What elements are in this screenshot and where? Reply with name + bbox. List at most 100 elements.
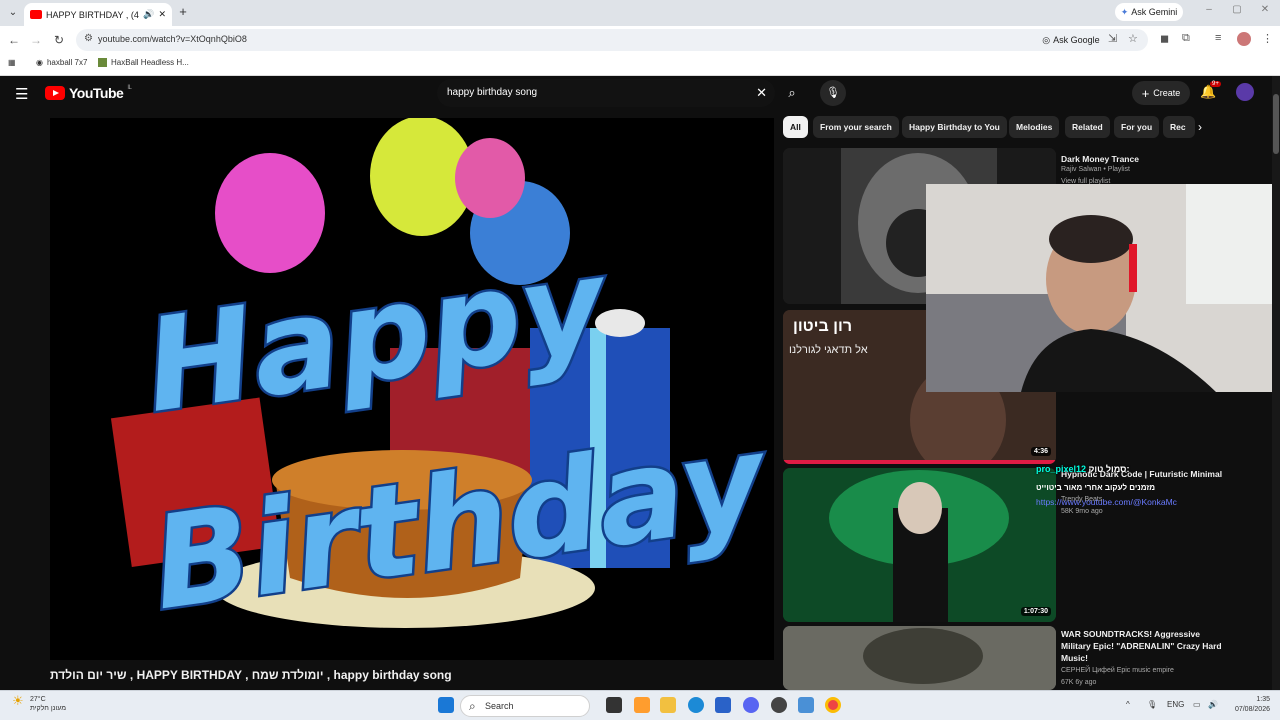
search-input[interactable]: happy birthday song ✕ <box>437 79 775 107</box>
extension-icon[interactable]: ◼ <box>1160 32 1169 45</box>
rec2-title: רון ביטון <box>793 318 853 335</box>
chip-happy-birthday-to-you[interactable]: Happy Birthday to You <box>902 116 1007 138</box>
tab-title: HAPPY BIRTHDAY , שיר יום הולדת (42) <box>46 9 139 20</box>
haxball-icon <box>98 58 107 67</box>
youtube-logo[interactable]: YouTube IL <box>45 85 132 101</box>
page-scrollbar[interactable] <box>1272 76 1280 690</box>
youtube-page: ☰ YouTube IL happy birthday song ✕ ⌕ 🎙 +… <box>0 76 1280 690</box>
hamburger-menu-icon[interactable]: ☰ <box>15 85 28 103</box>
user-avatar[interactable] <box>1236 83 1254 101</box>
app-icon[interactable] <box>798 697 814 713</box>
chat-user: pro_pixel12 <box>1036 464 1087 474</box>
task-view-icon[interactable] <box>606 697 622 713</box>
chip-melodies[interactable]: Melodies <box>1009 116 1060 138</box>
install-icon[interactable]: ⇲ <box>1108 32 1117 45</box>
tab-search-icon[interactable]: ⌄ <box>6 6 20 20</box>
clear-search-icon[interactable]: ✕ <box>756 85 767 101</box>
notification-badge: 9+ <box>1210 81 1221 87</box>
recommendation-thumbnail-4[interactable] <box>783 626 1056 690</box>
windows-taskbar: 27°C מעונן חלקית Search ^ 🎙 ENG ▭ 🔊 1:35… <box>0 690 1280 720</box>
chip-for-you[interactable]: For you <box>1114 116 1160 138</box>
bookmark-haxball-headless[interactable]: HaxBall Headless H... <box>98 58 189 67</box>
logo-text: YouTube <box>69 85 124 101</box>
tray-mic-icon[interactable]: 🎙 <box>1147 700 1157 709</box>
youtube-play-icon <box>45 86 65 100</box>
maximize-button[interactable]: ▢ <box>1230 4 1244 15</box>
browser-profile-avatar[interactable] <box>1237 32 1251 46</box>
rec1-title[interactable]: Dark Money Trance <box>1061 153 1139 165</box>
network-icon[interactable]: ▭ <box>1193 700 1201 709</box>
bookmark-label: HaxBall Headless H... <box>111 58 189 67</box>
recommendation-thumbnail-3[interactable]: 1:07:30 <box>783 468 1056 622</box>
chip-related[interactable]: Related <box>1065 116 1110 138</box>
new-tab-button[interactable]: + <box>176 4 190 20</box>
language-indicator[interactable]: ENG <box>1167 700 1184 709</box>
url-text[interactable]: youtube.com/watch?v=XtOqnhQbiO8 <box>98 34 247 44</box>
sparkle-icon: ✦ <box>1120 6 1129 17</box>
weather-widget[interactable]: 27°C מעונן חלקית <box>12 695 66 713</box>
file-explorer-icon[interactable] <box>660 697 676 713</box>
plus-icon: + <box>1141 85 1150 101</box>
chevron-right-icon[interactable]: › <box>1198 120 1202 134</box>
close-tab-icon[interactable]: ✕ <box>158 9 166 20</box>
microphone-icon[interactable]: 🎙 <box>820 80 846 106</box>
video-title: שיר יום הולדת , HAPPY BIRTHDAY , יומולדת… <box>50 668 452 682</box>
chrome-icon[interactable] <box>825 697 841 713</box>
rec3-stats: 58K 9mo ago <box>1061 508 1103 515</box>
chip-from-your-search[interactable]: From your search <box>813 116 899 138</box>
video-player[interactable]: Happy Birthday <box>50 118 774 660</box>
address-bar[interactable]: ⚙ youtube.com/watch?v=XtOqnhQbiO8 ◎ Ask G… <box>76 29 1148 51</box>
bookmark-haxball[interactable]: ◉ haxball 7x7 <box>36 58 87 67</box>
clock-date: 07/08/2026 <box>1234 706 1270 713</box>
pink-balloon <box>215 153 325 273</box>
tab-groups-icon[interactable]: ≡ <box>1215 32 1221 44</box>
youtube-header: ☰ YouTube IL happy birthday song ✕ ⌕ 🎙 +… <box>0 76 1280 110</box>
youtube-favicon-icon <box>30 10 42 19</box>
soldiers-thumbnail <box>783 626 1056 690</box>
search-icon[interactable]: ⌕ <box>777 79 807 107</box>
clock-time: 1:35 <box>1256 696 1270 703</box>
audio-icon[interactable]: 🔊 <box>143 9 154 20</box>
weather-desc: מעונן חלקית <box>30 705 67 712</box>
close-window-button[interactable]: ✕ <box>1258 4 1272 15</box>
store-icon[interactable] <box>715 697 731 713</box>
search-query[interactable]: happy birthday song <box>447 87 537 98</box>
chip-all[interactable]: All <box>783 116 808 138</box>
create-label: Create <box>1153 88 1181 98</box>
volume-icon[interactable]: 🔊 <box>1208 700 1218 709</box>
taskbar-clock[interactable]: 1:35 07/08/2026 <box>1228 695 1270 715</box>
more-menu-icon[interactable]: ⋮ <box>1262 32 1273 45</box>
minimize-button[interactable]: – <box>1202 4 1216 15</box>
scrollbar-thumb[interactable] <box>1273 94 1279 154</box>
reload-button[interactable]: ↻ <box>50 31 68 49</box>
obs-icon[interactable] <box>771 697 787 713</box>
ask-google-button[interactable]: ◎ Ask Google <box>1036 31 1106 49</box>
rec1-channel: Rajiv Salwan • Playlist <box>1061 166 1130 173</box>
birthday-video-frame: Happy Birthday <box>50 118 774 660</box>
forward-button[interactable]: → <box>27 31 45 49</box>
edge-icon[interactable] <box>688 697 704 713</box>
apps-grid-icon[interactable]: ▦ <box>8 58 16 67</box>
back-button[interactable]: ← <box>5 31 23 49</box>
rec4-stats: 67K 6y ago <box>1061 679 1097 686</box>
rec4-title[interactable]: WAR SOUNDTRACKS! Aggressive Military Epi… <box>1061 628 1231 664</box>
site-info-icon[interactable]: ⚙ <box>84 33 93 44</box>
webcam-overlay <box>926 184 1280 392</box>
taskbar-search[interactable]: Search <box>460 695 590 717</box>
ask-gemini-button[interactable]: ✦ Ask Gemini <box>1115 3 1183 21</box>
bookmark-label: haxball 7x7 <box>46 58 88 67</box>
widgets-icon[interactable] <box>634 697 650 713</box>
extensions-puzzle-icon[interactable]: ⧉ <box>1182 32 1190 45</box>
magenta-balloon <box>455 138 525 218</box>
create-button[interactable]: + Create <box>1132 81 1190 105</box>
chat-link[interactable]: https://www.youtube.com/@KonkaMc <box>1036 497 1177 507</box>
windows-start-icon[interactable] <box>438 697 454 713</box>
bookmark-star-icon[interactable]: ☆ <box>1128 32 1138 45</box>
lens-icon: ◎ <box>1042 34 1051 45</box>
tray-chevron-icon[interactable]: ^ <box>1126 700 1130 709</box>
chat-message2: מזמנים לעקוב אחרי מאור ביטוייט <box>1036 483 1156 492</box>
bookmarks-bar: ▦ ◉ haxball 7x7 HaxBall Headless H... <box>0 54 1280 76</box>
tab-youtube[interactable]: HAPPY BIRTHDAY , שיר יום הולדת (42) 🔊 ✕ <box>24 3 172 26</box>
chip-rec[interactable]: Rec <box>1163 116 1195 138</box>
discord-icon[interactable] <box>743 697 759 713</box>
